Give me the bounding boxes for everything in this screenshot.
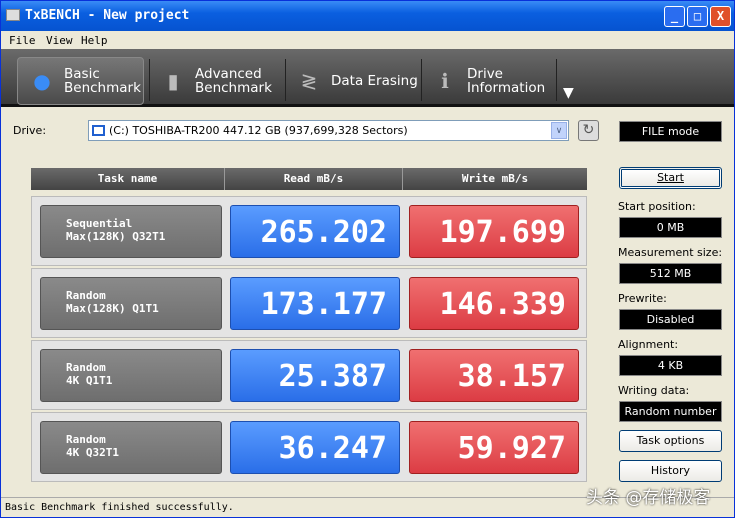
- drive-info-icon: ℹ: [441, 69, 449, 93]
- app-window: TxBENCH - New project _ □ X File View He…: [0, 0, 735, 518]
- measurement-size-label: Measurement size:: [618, 246, 723, 259]
- drive-value: (C:) TOSHIBA-TR200 447.12 GB (937,699,32…: [109, 124, 408, 137]
- tab-drive-information[interactable]: ℹ Drive Information: [421, 57, 556, 105]
- writing-data-value: Random number: [619, 401, 722, 422]
- write-value: 38.157: [409, 349, 579, 402]
- history-button[interactable]: History: [619, 460, 722, 482]
- alignment-value: 4 KB: [619, 355, 722, 376]
- read-value: 36.247: [230, 421, 400, 474]
- read-value: 265.202: [230, 205, 400, 258]
- table-row: Random 4K Q1T1 25.387 38.157: [31, 340, 587, 410]
- menu-view[interactable]: View: [46, 34, 73, 47]
- tab-label: Data Erasing: [331, 73, 418, 89]
- tab-label: Benchmark: [64, 80, 141, 96]
- tab-basic-benchmark[interactable]: ● Basic Benchmark: [17, 57, 144, 105]
- maximize-button[interactable]: □: [687, 6, 708, 27]
- task-name-button[interactable]: Random 4K Q1T1: [40, 349, 222, 402]
- header-task-name: Task name: [31, 168, 225, 190]
- minimize-button[interactable]: _: [664, 6, 685, 27]
- tab-data-erasing[interactable]: ≷ Data Erasing: [285, 57, 420, 105]
- start-position-label: Start position:: [618, 200, 696, 213]
- watermark: 头条 @存储极客: [586, 488, 711, 508]
- write-value: 146.339: [409, 277, 579, 330]
- more-dropdown-icon[interactable]: ▼: [563, 85, 574, 101]
- window-title: TxBENCH - New project: [25, 8, 190, 23]
- read-value: 173.177: [230, 277, 400, 330]
- alignment-label: Alignment:: [618, 338, 679, 351]
- app-icon: [6, 9, 20, 21]
- tab-label: Drive: [467, 66, 503, 82]
- measurement-size-value: 512 MB: [619, 263, 722, 284]
- stopwatch-icon: ●: [33, 69, 51, 93]
- table-header: Task name Read mB/s Write mB/s: [31, 168, 587, 190]
- task-name-button[interactable]: Random Max(128K) Q1T1: [40, 277, 222, 330]
- tab-label: Benchmark: [195, 80, 272, 96]
- menu-help[interactable]: Help: [81, 34, 108, 47]
- main-panel: Drive: (C:) TOSHIBA-TR200 447.12 GB (937…: [1, 110, 734, 497]
- tab-label: Information: [467, 80, 546, 96]
- table-row: Random 4K Q32T1 36.247 59.927: [31, 412, 587, 482]
- menu-bar: File View Help: [1, 31, 734, 49]
- writing-data-label: Writing data:: [618, 384, 690, 397]
- start-button[interactable]: Start: [619, 167, 722, 189]
- close-button[interactable]: X: [710, 6, 731, 27]
- bar-chart-icon: ▮: [167, 69, 179, 93]
- task-name-button[interactable]: Random 4K Q32T1: [40, 421, 222, 474]
- toolbar: ● Basic Benchmark ▮ Advanced Benchmark ≷ Data…: [1, 49, 734, 107]
- drive-label: Drive:: [13, 124, 47, 137]
- tab-label: Basic: [64, 66, 100, 82]
- header-read: Read mB/s: [225, 168, 403, 190]
- title-bar: TxBENCH - New project _ □ X: [1, 1, 734, 31]
- write-value: 59.927: [409, 421, 579, 474]
- table-row: Random Max(128K) Q1T1 173.177 146.339: [31, 268, 587, 338]
- start-position-value: 0 MB: [619, 217, 722, 238]
- refresh-button[interactable]: ↻: [578, 120, 599, 141]
- eraser-icon: ≷: [300, 69, 318, 93]
- table-row: Sequential Max(128K) Q32T1 265.202 197.699: [31, 196, 587, 266]
- task-name-button[interactable]: Sequential Max(128K) Q32T1: [40, 205, 222, 258]
- write-value: 197.699: [409, 205, 579, 258]
- prewrite-value: Disabled: [619, 309, 722, 330]
- task-options-button[interactable]: Task options: [619, 430, 722, 452]
- tab-advanced-benchmark[interactable]: ▮ Advanced Benchmark: [149, 57, 284, 105]
- drive-select[interactable]: (C:) TOSHIBA-TR200 447.12 GB (937,699,32…: [88, 120, 569, 141]
- read-value: 25.387: [230, 349, 400, 402]
- tab-label: Advanced: [195, 66, 262, 82]
- menu-file[interactable]: File: [9, 34, 36, 47]
- chevron-down-icon[interactable]: ∨: [551, 122, 567, 139]
- header-write: Write mB/s: [461, 172, 529, 185]
- mode-indicator: FILE mode: [619, 121, 722, 142]
- drive-icon: [92, 125, 105, 136]
- prewrite-label: Prewrite:: [618, 292, 667, 305]
